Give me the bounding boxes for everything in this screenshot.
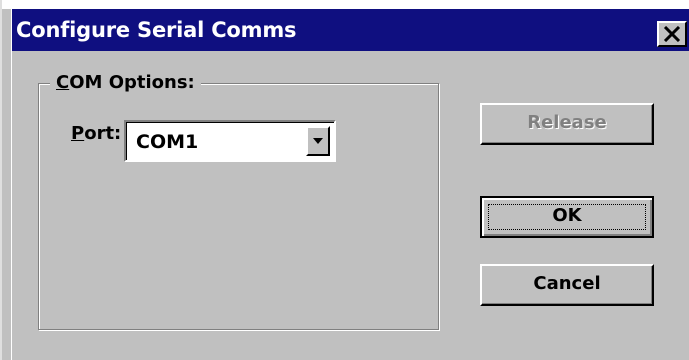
close-icon: [663, 26, 681, 42]
close-button[interactable]: [657, 21, 687, 47]
ok-button-label: OK: [552, 205, 582, 226]
port-label: Port:: [71, 123, 122, 144]
window-title: Configure Serial Comms: [16, 18, 297, 42]
port-dropdown-button[interactable]: [306, 126, 330, 156]
ok-button[interactable]: OK: [480, 196, 654, 238]
port-select[interactable]: COM1: [124, 120, 336, 162]
top-edge: [2, 0, 689, 9]
com-options-label: COM Options:: [50, 71, 201, 95]
title-bar[interactable]: Configure Serial Comms: [12, 9, 689, 51]
chevron-down-icon: [313, 138, 323, 144]
window-frame-edge: [2, 9, 12, 360]
cancel-button[interactable]: Cancel: [480, 264, 654, 306]
dialog-window: Configure Serial Comms COM Options: Port…: [0, 0, 689, 360]
port-select-value: COM1: [136, 131, 199, 153]
release-button[interactable]: Release: [480, 103, 654, 145]
